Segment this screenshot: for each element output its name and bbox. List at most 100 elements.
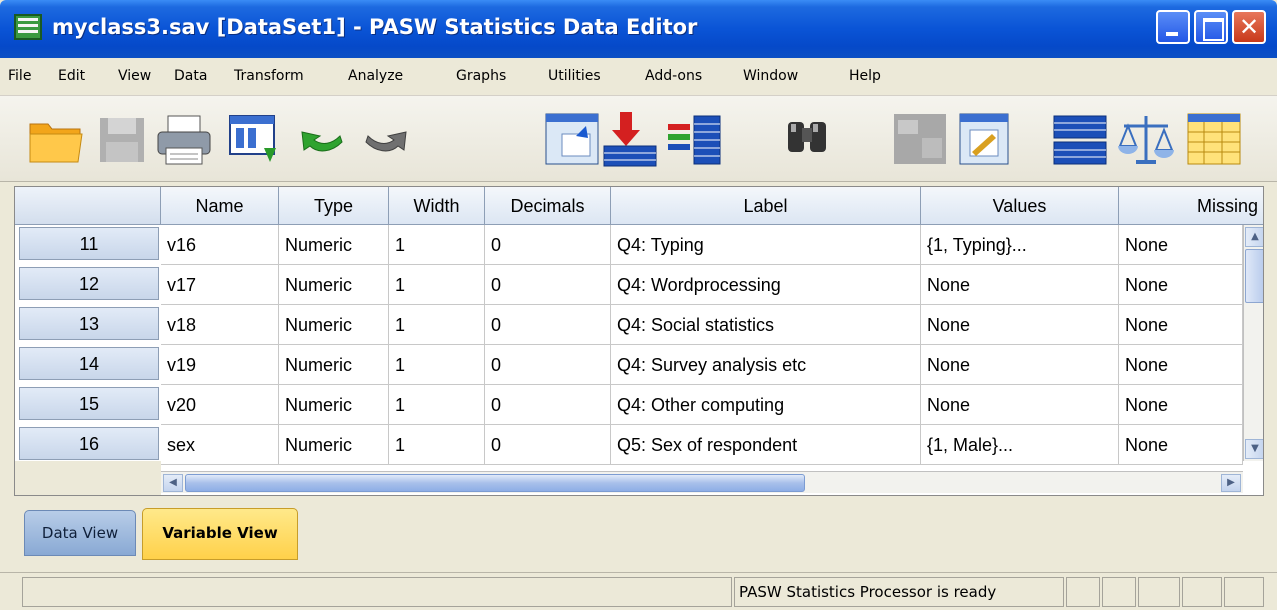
row-number[interactable]: 16 xyxy=(19,427,159,460)
missing-cell[interactable]: None xyxy=(1119,425,1243,465)
values-cell[interactable]: None xyxy=(921,305,1119,345)
go-to-case-icon[interactable] xyxy=(542,110,602,170)
width-cell[interactable]: 1 xyxy=(389,305,485,345)
column-header-width[interactable]: Width xyxy=(389,187,485,225)
title-bar[interactable]: myclass3.sav [DataSet1] - PASW Statistic… xyxy=(0,0,1277,58)
redo-icon[interactable] xyxy=(356,110,416,170)
name-cell[interactable]: v18 xyxy=(161,305,279,345)
decimals-cell[interactable]: 0 xyxy=(485,305,611,345)
select-cases-icon[interactable] xyxy=(1184,110,1244,170)
save-icon[interactable] xyxy=(92,110,152,170)
values-cell[interactable]: None xyxy=(921,265,1119,305)
name-cell[interactable]: v17 xyxy=(161,265,279,305)
column-header-name[interactable]: Name xyxy=(161,187,279,225)
values-cell[interactable]: {1, Male}... xyxy=(921,425,1119,465)
find-icon[interactable] xyxy=(778,110,838,170)
menu-window[interactable]: Window xyxy=(743,68,798,84)
horizontal-scrollbar[interactable]: ◀ ▶ xyxy=(161,471,1243,493)
tab-data-view[interactable]: Data View xyxy=(24,510,136,556)
missing-cell[interactable]: None xyxy=(1119,225,1243,265)
column-header-missing[interactable]: Missing xyxy=(1119,187,1263,225)
vertical-scroll-thumb[interactable] xyxy=(1245,249,1263,303)
decimals-cell[interactable]: 0 xyxy=(485,425,611,465)
horizontal-scroll-thumb[interactable] xyxy=(185,474,805,492)
scroll-up-icon[interactable]: ▲ xyxy=(1245,227,1263,247)
row-number[interactable]: 14 xyxy=(19,347,159,380)
name-cell[interactable]: v16 xyxy=(161,225,279,265)
menu-analyze[interactable]: Analyze xyxy=(348,68,403,84)
variables-icon[interactable] xyxy=(664,110,724,170)
name-cell[interactable]: sex xyxy=(161,425,279,465)
dialog-recall-icon[interactable] xyxy=(224,110,284,170)
insert-variable-icon[interactable] xyxy=(954,110,1014,170)
width-cell[interactable]: 1 xyxy=(389,385,485,425)
row-number[interactable]: 15 xyxy=(19,387,159,420)
status-indicator xyxy=(1102,577,1136,607)
decimals-cell[interactable]: 0 xyxy=(485,265,611,305)
undo-icon[interactable] xyxy=(292,110,352,170)
row-number[interactable]: 11 xyxy=(19,227,159,260)
insert-cases-icon[interactable] xyxy=(890,110,950,170)
label-cell[interactable]: Q4: Other computing xyxy=(611,385,921,425)
column-header-type[interactable]: Type xyxy=(279,187,389,225)
column-header-decimals[interactable]: Decimals xyxy=(485,187,611,225)
menu-transform[interactable]: Transform xyxy=(234,68,304,84)
missing-cell[interactable]: None xyxy=(1119,385,1243,425)
type-cell[interactable]: Numeric xyxy=(279,345,389,385)
type-cell[interactable]: Numeric xyxy=(279,265,389,305)
width-cell[interactable]: 1 xyxy=(389,345,485,385)
type-cell[interactable]: Numeric xyxy=(279,425,389,465)
column-header-values[interactable]: Values xyxy=(921,187,1119,225)
menu-data[interactable]: Data xyxy=(174,68,207,84)
close-icon: ✕ xyxy=(1238,13,1260,41)
label-cell[interactable]: Q4: Survey analysis etc xyxy=(611,345,921,385)
split-file-icon[interactable] xyxy=(1050,110,1110,170)
table-row: 15 v20 Numeric 1 0 Q4: Other computing None Non… xyxy=(15,385,1243,425)
missing-cell[interactable]: None xyxy=(1119,345,1243,385)
type-cell[interactable]: Numeric xyxy=(279,305,389,345)
name-cell[interactable]: v20 xyxy=(161,385,279,425)
values-cell[interactable]: {1, Typing}... xyxy=(921,225,1119,265)
column-header-label[interactable]: Label xyxy=(611,187,921,225)
minimize-button[interactable] xyxy=(1156,10,1190,44)
missing-cell[interactable]: None xyxy=(1119,305,1243,345)
type-cell[interactable]: Numeric xyxy=(279,225,389,265)
values-cell[interactable]: None xyxy=(921,345,1119,385)
menu-graphs[interactable]: Graphs xyxy=(456,68,506,84)
close-button[interactable]: ✕ xyxy=(1232,10,1266,44)
menu-add-ons[interactable]: Add-ons xyxy=(645,68,702,84)
menu-help[interactable]: Help xyxy=(849,68,881,84)
width-cell[interactable]: 1 xyxy=(389,425,485,465)
row-number[interactable]: 13 xyxy=(19,307,159,340)
menu-file[interactable]: File xyxy=(8,68,31,84)
missing-cell[interactable]: None xyxy=(1119,265,1243,305)
open-data-icon[interactable] xyxy=(26,110,86,170)
print-icon[interactable] xyxy=(154,110,214,170)
weight-cases-icon[interactable] xyxy=(1116,110,1176,170)
tab-variable-view[interactable]: Variable View xyxy=(142,508,298,560)
row-number[interactable]: 12 xyxy=(19,267,159,300)
menu-utilities[interactable]: Utilities xyxy=(548,68,601,84)
width-cell[interactable]: 1 xyxy=(389,265,485,305)
maximize-button[interactable] xyxy=(1194,10,1228,44)
decimals-cell[interactable]: 0 xyxy=(485,225,611,265)
decimals-cell[interactable]: 0 xyxy=(485,345,611,385)
label-cell[interactable]: Q4: Social statistics xyxy=(611,305,921,345)
label-cell[interactable]: Q4: Wordprocessing xyxy=(611,265,921,305)
scroll-left-icon[interactable]: ◀ xyxy=(163,474,183,492)
scroll-down-icon[interactable]: ▼ xyxy=(1245,439,1263,459)
label-cell[interactable]: Q4: Typing xyxy=(611,225,921,265)
width-cell[interactable]: 1 xyxy=(389,225,485,265)
type-cell[interactable]: Numeric xyxy=(279,385,389,425)
go-to-variable-icon[interactable] xyxy=(600,110,660,170)
menu-view[interactable]: View xyxy=(118,68,151,84)
menu-edit[interactable]: Edit xyxy=(58,68,85,84)
label-cell[interactable]: Q5: Sex of respondent xyxy=(611,425,921,465)
values-cell[interactable]: None xyxy=(921,385,1119,425)
name-cell[interactable]: v19 xyxy=(161,345,279,385)
spss-app-icon xyxy=(14,14,42,40)
status-indicator xyxy=(1138,577,1180,607)
decimals-cell[interactable]: 0 xyxy=(485,385,611,425)
vertical-scrollbar[interactable]: ▲ ▼ xyxy=(1243,225,1263,461)
scroll-right-icon[interactable]: ▶ xyxy=(1221,474,1241,492)
